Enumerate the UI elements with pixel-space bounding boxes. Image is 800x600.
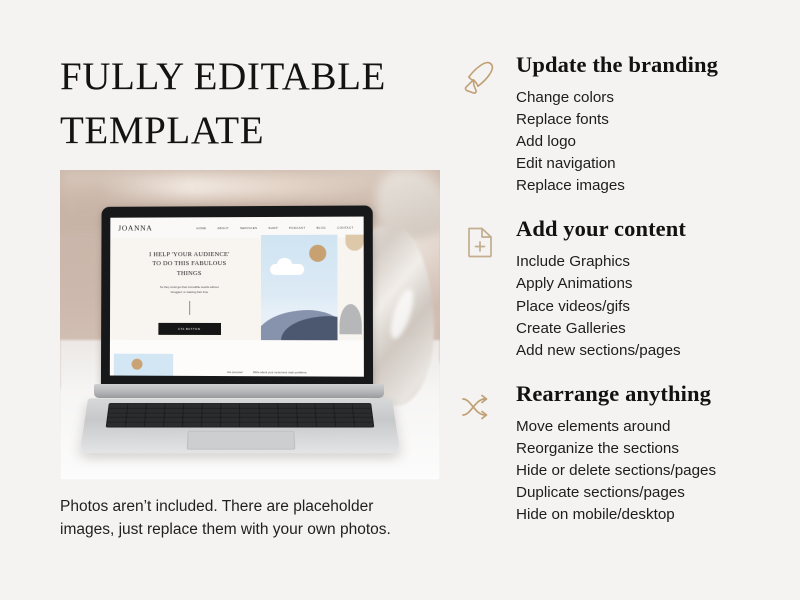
mockup-hero-subtext: So they could get their incredible resul… [159, 284, 219, 294]
mockup-cta-label: CTA BUTTON [177, 327, 201, 332]
list-item: Place videos/gifs [516, 297, 630, 315]
section-add-content: Add your content Include Graphics Apply … [458, 216, 788, 361]
paintbrush-icon [458, 56, 502, 100]
mockup-hero-divider [188, 301, 190, 316]
list-item: Add new sections/pages [516, 341, 681, 359]
photo-background-streak [100, 176, 400, 198]
mockup-nav-item-blog: BLOG [316, 225, 327, 230]
mockup-nav-item-contact: CONTACT [337, 225, 354, 230]
mockup-illustration-sun [309, 244, 327, 262]
mockup-hero-side-shape [339, 304, 362, 335]
mockup-hero-section: I HELP 'YOUR AUDIENCE' TO DO THIS FABULO… [109, 234, 364, 341]
section-list: Move elements around Reorganize the sect… [458, 416, 788, 527]
list-item: Change colors [516, 88, 614, 106]
keyboard-row [109, 403, 371, 408]
photo-caption: Photos aren’t included. There are placeh… [60, 498, 391, 538]
mockup-nav-item-services: SERVICES [239, 225, 258, 230]
mockup-hero-text-block: I HELP 'YOUR AUDIENCE' TO DO THIS FABULO… [124, 250, 255, 336]
mockup-lower-illustration [113, 353, 174, 377]
left-column: FULLY EDITABLE TEMPLATE [60, 50, 445, 158]
mockup-nav-item-shop: SHOP [268, 225, 278, 230]
mockup-lower-text-right: Write about your customers main problems… [252, 370, 308, 375]
list-item: Duplicate sections/pages [516, 484, 685, 502]
section-rearrange: Rearrange anything Move elements around … [458, 381, 788, 526]
section-update-branding: Update the branding Change colors Replac… [458, 52, 788, 197]
mockup-illustration-cloud [270, 263, 305, 275]
laptop-keyboard [105, 403, 375, 428]
keyboard-row [107, 417, 373, 422]
laptop-deck [79, 398, 401, 454]
mockup-hero-illustration [260, 234, 338, 341]
mockup-nav-item-about: ABOUT [217, 225, 230, 230]
right-column: Update the branding Change colors Replac… [458, 52, 788, 545]
laptop-screen: JOANNA HOME ABOUT SERVICES SHOP PODCAST … [109, 216, 364, 377]
mockup-lower-section: Are purpose! Write about your customers … [109, 339, 364, 377]
list-item: Hide on mobile/desktop [516, 506, 675, 524]
shuffle-icon [458, 385, 502, 429]
section-heading: Update the branding [516, 52, 718, 77]
mockup-hero-heading: I HELP 'YOUR AUDIENCE' TO DO THIS FABULO… [149, 251, 230, 277]
laptop-trackpad [186, 430, 296, 450]
mockup-cta-button: CTA BUTTON [157, 323, 221, 336]
slide-canvas: FULLY EDITABLE TEMPLATE JOANNA HOME ABOU… [0, 0, 800, 600]
keyboard-row [106, 422, 374, 427]
list-item: Move elements around [516, 417, 671, 435]
section-heading: Rearrange anything [516, 380, 711, 406]
section-heading: Add your content [516, 216, 686, 242]
keyboard-row [108, 408, 372, 413]
mockup-nav-item-home: HOME [196, 225, 207, 230]
laptop-mockup-photo: JOANNA HOME ABOUT SERVICES SHOP PODCAST … [60, 170, 440, 480]
section-list: Change colors Replace fonts Add logo Edi… [458, 87, 788, 198]
mockup-site-menu: HOME ABOUT SERVICES SHOP PODCAST BLOG CO… [196, 225, 355, 230]
list-item: Replace fonts [516, 110, 609, 128]
mockup-lower-cloud [143, 375, 170, 377]
mockup-hero-accent-tab [345, 234, 364, 251]
laptop: JOANNA HOME ABOUT SERVICES SHOP PODCAST … [79, 205, 404, 454]
section-list: Include Graphics Apply Animations Place … [458, 251, 788, 362]
laptop-lid: JOANNA HOME ABOUT SERVICES SHOP PODCAST … [100, 205, 374, 387]
list-item: Create Galleries [516, 319, 626, 337]
list-item: Hide or delete sections/pages [516, 461, 717, 479]
list-item: Add logo [516, 133, 576, 151]
list-item: Replace images [516, 177, 625, 195]
page-title: FULLY EDITABLE TEMPLATE [60, 55, 386, 152]
mockup-site-logo: JOANNA [118, 223, 153, 233]
list-item: Reorganize the sections [516, 439, 679, 457]
mockup-lower-text-left: Are purpose! [226, 370, 243, 375]
file-plus-icon [458, 220, 502, 264]
list-item: Apply Animations [516, 275, 633, 293]
mockup-lower-text: Are purpose! Write about your customers … [227, 370, 307, 374]
mockup-nav-item-podcast: PODCAST [288, 225, 306, 230]
laptop-hinge-base [93, 384, 385, 398]
list-item: Edit navigation [516, 155, 616, 173]
list-item: Include Graphics [516, 253, 630, 271]
keyboard-row [108, 413, 372, 418]
mockup-lower-sun [131, 358, 143, 370]
